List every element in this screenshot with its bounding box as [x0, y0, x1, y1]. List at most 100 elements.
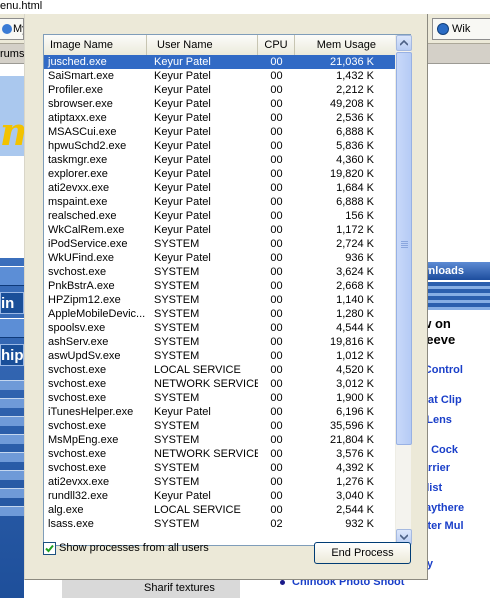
process-user-name: SYSTEM [154, 238, 200, 250]
process-row[interactable]: svchost.exe NETWORK SERVICE 00 3,576 K [44, 447, 395, 461]
column-header-image-name[interactable]: Image Name [44, 35, 147, 55]
process-list[interactable]: Image Name User Name CPU Mem Usage jusch… [43, 34, 412, 546]
process-image-name: hpwuSchd2.exe [48, 140, 127, 152]
process-user-name: SYSTEM [154, 294, 200, 306]
process-mem-usage: 6,888 K [336, 126, 374, 138]
process-user-name: Keyur Patel [154, 56, 211, 68]
left-column-list-item[interactable] [0, 470, 24, 480]
process-cpu: 00 [270, 392, 283, 404]
process-row[interactable]: MsMpEng.exe SYSTEM 00 21,804 K [44, 433, 395, 447]
show-all-processes-checkbox[interactable] [43, 542, 56, 555]
left-column-list-item[interactable] [0, 398, 24, 408]
browser-tab-left-label: My [13, 23, 23, 35]
process-mem-usage: 4,520 K [336, 364, 374, 376]
process-row[interactable]: svchost.exe SYSTEM 00 1,900 K [44, 391, 395, 405]
process-mem-usage: 35,596 K [329, 420, 374, 432]
process-row[interactable]: jusched.exe Keyur Patel 00 21,036 K [44, 55, 395, 69]
process-row[interactable]: svchost.exe SYSTEM 00 3,624 K [44, 265, 395, 279]
process-row[interactable]: iPodService.exe SYSTEM 00 2,724 K [44, 237, 395, 251]
process-user-name: Keyur Patel [154, 224, 211, 236]
process-row[interactable]: iTunesHelper.exe Keyur Patel 00 6,196 K [44, 405, 395, 419]
process-row[interactable]: svchost.exe SYSTEM 00 35,596 K [44, 419, 395, 433]
process-mem-usage: 19,816 K [329, 336, 374, 348]
process-cpu: 00 [270, 126, 283, 138]
scroll-grip-line [401, 247, 408, 248]
process-row[interactable]: WkUFind.exe Keyur Patel 00 936 K [44, 251, 395, 265]
scroll-thumb[interactable] [396, 52, 412, 445]
process-image-name: Profiler.exe [48, 84, 104, 96]
process-row[interactable]: svchost.exe LOCAL SERVICE 00 4,520 K [44, 363, 395, 377]
site-nav-left-link[interactable]: rums [0, 44, 24, 64]
left-column-list-item[interactable] [0, 488, 24, 498]
process-user-name: SYSTEM [154, 462, 200, 474]
process-row[interactable]: realsched.exe Keyur Patel 00 156 K [44, 209, 395, 223]
process-row[interactable]: HPZipm12.exe SYSTEM 00 1,140 K [44, 293, 395, 307]
process-image-name: taskmgr.exe [48, 154, 108, 166]
process-image-name: svchost.exe [48, 420, 107, 432]
process-row[interactable]: rundll32.exe Keyur Patel 00 3,040 K [44, 489, 395, 503]
process-image-name: alg.exe [48, 504, 84, 516]
end-process-button[interactable]: End Process [314, 542, 411, 564]
process-user-name: SYSTEM [154, 434, 200, 446]
process-image-name: mspaint.exe [48, 196, 108, 208]
left-column-button-2[interactable]: hip [0, 344, 24, 366]
process-list-scrollbar[interactable] [395, 35, 412, 545]
process-row[interactable]: atiptaxx.exe Keyur Patel 00 2,536 K [44, 111, 395, 125]
process-row[interactable]: svchost.exe SYSTEM 00 4,392 K [44, 461, 395, 475]
process-mem-usage: 1,280 K [336, 308, 374, 320]
process-image-name: spoolsv.exe [48, 322, 106, 334]
process-image-name: lsass.exe [48, 518, 94, 530]
process-row[interactable]: SaiSmart.exe Keyur Patel 00 1,432 K [44, 69, 395, 83]
column-header-mem-usage[interactable]: Mem Usage [295, 35, 395, 55]
left-column-list-item[interactable] [0, 506, 24, 516]
process-mem-usage: 932 K [345, 518, 374, 530]
process-user-name: SYSTEM [154, 266, 200, 278]
process-row[interactable]: MSASCui.exe Keyur Patel 00 6,888 K [44, 125, 395, 139]
process-image-name: WkCalRem.exe [48, 224, 125, 236]
process-mem-usage: 3,576 K [336, 448, 374, 460]
left-column-button-1[interactable]: in [0, 292, 24, 314]
bottom-strip-text[interactable]: Sharif textures [62, 578, 240, 598]
process-cpu: 00 [270, 490, 283, 502]
process-row[interactable]: ati2evxx.exe SYSTEM 00 1,276 K [44, 475, 395, 489]
process-cpu: 02 [270, 518, 283, 530]
process-cpu: 00 [270, 462, 283, 474]
process-row[interactable]: PnkBstrA.exe SYSTEM 00 2,668 K [44, 279, 395, 293]
scroll-up-button[interactable] [396, 35, 412, 51]
left-column-list-item[interactable] [0, 380, 24, 390]
process-row[interactable]: AppleMobileDevic... SYSTEM 00 1,280 K [44, 307, 395, 321]
column-header-user-name[interactable]: User Name [147, 35, 258, 55]
process-row[interactable]: mspaint.exe Keyur Patel 00 6,888 K [44, 195, 395, 209]
process-image-name: svchost.exe [48, 266, 107, 278]
process-user-name: Keyur Patel [154, 126, 211, 138]
process-row[interactable]: svchost.exe NETWORK SERVICE 00 3,012 K [44, 377, 395, 391]
column-header-cpu[interactable]: CPU [258, 35, 295, 55]
left-column-list-item[interactable] [0, 452, 24, 462]
process-image-name: iTunesHelper.exe [48, 406, 134, 418]
browser-tab-right[interactable]: Wik [432, 18, 490, 40]
process-row[interactable]: explorer.exe Keyur Patel 00 19,820 K [44, 167, 395, 181]
process-cpu: 00 [270, 168, 283, 180]
process-row[interactable]: ati2evxx.exe Keyur Patel 00 1,684 K [44, 181, 395, 195]
left-column-list-item[interactable] [0, 434, 24, 444]
process-row[interactable]: aswUpdSv.exe SYSTEM 00 1,012 K [44, 349, 395, 363]
process-row[interactable]: spoolsv.exe SYSTEM 00 4,544 K [44, 321, 395, 335]
process-row[interactable]: WkCalRem.exe Keyur Patel 00 1,172 K [44, 223, 395, 237]
process-cpu: 00 [270, 504, 283, 516]
process-row[interactable]: ashServ.exe SYSTEM 00 19,816 K [44, 335, 395, 349]
process-row[interactable]: sbrowser.exe Keyur Patel 00 49,208 K [44, 97, 395, 111]
process-mem-usage: 49,208 K [329, 98, 374, 110]
browser-tab-left[interactable]: My [0, 18, 24, 40]
show-all-processes-label[interactable]: Show processes from all users [59, 541, 209, 556]
process-row[interactable]: alg.exe LOCAL SERVICE 00 2,544 K [44, 503, 395, 517]
scroll-grip-line [401, 243, 408, 244]
process-image-name: jusched.exe [48, 56, 107, 68]
left-column-list-item[interactable] [0, 416, 24, 426]
process-mem-usage: 936 K [345, 252, 374, 264]
process-row[interactable]: hpwuSchd2.exe Keyur Patel 00 5,836 K [44, 139, 395, 153]
process-row[interactable]: lsass.exe SYSTEM 02 932 K [44, 517, 395, 531]
process-cpu: 00 [270, 196, 283, 208]
process-row[interactable]: taskmgr.exe Keyur Patel 00 4,360 K [44, 153, 395, 167]
process-row[interactable]: Profiler.exe Keyur Patel 00 2,212 K [44, 83, 395, 97]
process-cpu: 00 [270, 448, 283, 460]
